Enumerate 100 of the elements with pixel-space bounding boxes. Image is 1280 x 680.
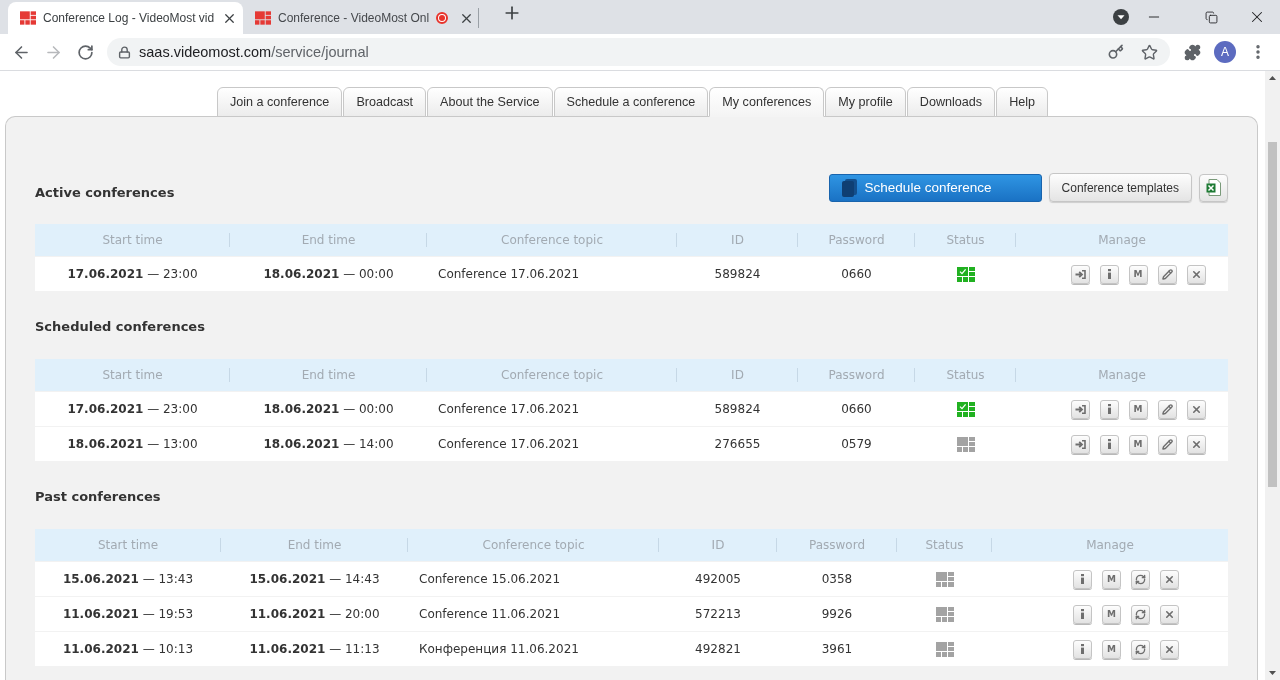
column-header: End time <box>230 359 427 391</box>
puzzle-icon[interactable] <box>1183 43 1201 61</box>
password-cell-text: 0579 <box>840 437 873 451</box>
column-header: Start time <box>35 224 230 256</box>
enter-button[interactable] <box>1070 434 1090 454</box>
scrollbar[interactable] <box>1265 71 1280 680</box>
topic-cell-text: Conference 17.06.2021 <box>437 267 581 281</box>
enter-icon <box>1074 269 1086 279</box>
reload-icon[interactable] <box>76 43 94 61</box>
nav-tab[interactable]: Help <box>996 87 1049 117</box>
remove-button[interactable] <box>1160 569 1179 589</box>
star-icon[interactable] <box>1141 43 1158 61</box>
edit-button[interactable] <box>1157 264 1177 284</box>
pages-icon <box>841 178 857 197</box>
refresh-icon <box>1135 643 1146 655</box>
start-time-cell-text: 11.06.2021 — 10:13 <box>61 642 195 656</box>
info-button[interactable] <box>1099 264 1119 284</box>
schedule-button[interactable]: Schedule conference <box>828 173 1042 202</box>
info-icon <box>1107 269 1111 279</box>
column-header: End time <box>230 224 427 256</box>
cross-icon <box>1190 438 1202 450</box>
info-button[interactable] <box>1099 399 1119 419</box>
scroll-down-icon[interactable] <box>1269 671 1276 675</box>
nav-tab[interactable]: About the Service <box>427 87 553 117</box>
info-icon <box>1107 439 1111 449</box>
grid-logo-icon <box>255 11 271 25</box>
scroll-up-icon[interactable] <box>1269 76 1276 80</box>
id-cell-text: 276655 <box>713 437 762 451</box>
nav-tab[interactable]: Downloads <box>906 87 996 117</box>
m-button[interactable]: M <box>1102 604 1121 624</box>
m-button[interactable]: M <box>1128 434 1148 454</box>
pencil-icon <box>1161 268 1173 280</box>
browser-tab[interactable]: Conference - VideoMost Onl <box>243 2 478 34</box>
cross-icon <box>1190 268 1202 280</box>
id-cell-text: 572213 <box>694 607 742 621</box>
nav-tab[interactable]: My conferences <box>709 87 825 117</box>
browser-tab[interactable]: Conference Log - VideoMost vid <box>8 2 243 34</box>
column-header: Start time <box>35 529 221 561</box>
info-button[interactable] <box>1073 569 1092 589</box>
column-header: ID <box>677 224 798 256</box>
cross-icon <box>1190 403 1202 415</box>
start-time-cell-text: 11.06.2021 — 19:53 <box>61 607 195 621</box>
column-header: Status <box>897 529 992 561</box>
column-header: Status <box>915 359 1016 391</box>
info-button[interactable] <box>1073 604 1092 624</box>
section-title: Active conferences <box>35 183 175 202</box>
nav-tab[interactable]: Schedule a conference <box>553 87 709 117</box>
section-title: Scheduled conferences <box>35 318 206 336</box>
password-cell-text: 0660 <box>840 267 873 281</box>
column-header: End time <box>221 529 408 561</box>
enter-button[interactable] <box>1070 264 1090 284</box>
column-header: Status <box>915 224 1016 256</box>
start-time-cell-text: 15.06.2021 — 13:43 <box>61 572 195 586</box>
nav-tab[interactable]: Join a conference <box>216 87 343 117</box>
edit-button[interactable] <box>1157 434 1177 454</box>
dropdown-icon[interactable] <box>1113 9 1129 25</box>
pencil-icon <box>1161 403 1173 415</box>
info-button[interactable] <box>1073 639 1092 659</box>
end-time-cell-text: 11.06.2021 — 11:13 <box>248 642 381 656</box>
topic-cell-text: Conference 17.06.2021 <box>437 402 581 416</box>
column-header: Manage <box>1085 537 1135 554</box>
restore-icon[interactable] <box>1204 10 1218 24</box>
enter-icon <box>1074 404 1086 414</box>
column-header: Manage <box>1097 367 1147 384</box>
remove-button[interactable] <box>1186 399 1206 419</box>
key-icon[interactable] <box>1108 44 1124 60</box>
enter-button[interactable] <box>1070 399 1090 419</box>
nav-tab[interactable]: Broadcast <box>343 87 427 117</box>
m-button[interactable]: M <box>1128 264 1148 284</box>
topic-cell-text: Conference 15.06.2021 <box>418 572 562 586</box>
refresh-button[interactable] <box>1131 639 1150 659</box>
export-button[interactable] <box>1199 173 1228 202</box>
address-bar[interactable]: saas.videomost.com/service/journal <box>107 38 1170 66</box>
cross-icon <box>1164 573 1175 585</box>
edit-button[interactable] <box>1157 399 1177 419</box>
scrollbar-thumb[interactable] <box>1268 142 1277 487</box>
topic-cell-text: Conference 11.06.2021 <box>418 607 562 621</box>
remove-button[interactable] <box>1160 604 1179 624</box>
info-button[interactable] <box>1099 434 1119 454</box>
remove-button[interactable] <box>1186 264 1206 284</box>
templates-button[interactable]: Conference templates <box>1048 173 1192 202</box>
column-header: Conference topic <box>427 359 677 391</box>
refresh-button[interactable] <box>1131 569 1150 589</box>
column-header: Password <box>798 359 915 391</box>
m-button[interactable]: M <box>1102 639 1121 659</box>
remove-button[interactable] <box>1186 434 1206 454</box>
tab-title: Conference Log - VideoMost vid <box>43 11 215 25</box>
section-title: Past conferences <box>35 488 162 506</box>
grid-logo-icon <box>20 11 36 25</box>
remove-button[interactable] <box>1160 639 1179 659</box>
password-cell-text: 3961 <box>820 642 854 656</box>
m-button[interactable]: M <box>1128 399 1148 419</box>
profile-avatar[interactable]: A <box>1214 41 1236 63</box>
tab-title: Conference - VideoMost Onl <box>278 11 430 25</box>
id-cell-text: 589824 <box>713 267 762 281</box>
refresh-button[interactable] <box>1131 604 1150 624</box>
m-button[interactable]: M <box>1102 569 1121 589</box>
column-header: ID <box>677 359 798 391</box>
url-text: saas.videomost.com/service/journal <box>139 44 369 60</box>
nav-tab[interactable]: My profile <box>825 87 906 117</box>
